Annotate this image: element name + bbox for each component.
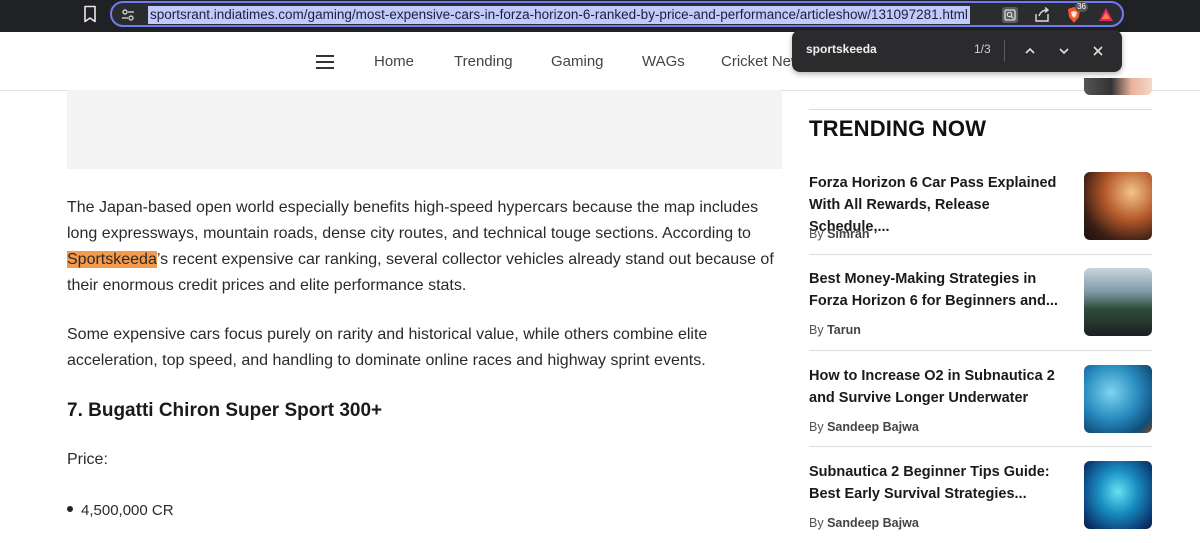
sidebar-divider — [809, 350, 1152, 351]
share-icon[interactable] — [1032, 5, 1052, 25]
address-bar-actions: 36 — [1000, 2, 1116, 25]
card-author: By Sandeep Bajwa — [809, 420, 919, 434]
section-heading: 7. Bugatti Chiron Super Sport 300+ — [67, 400, 383, 421]
card-title[interactable]: How to Increase O2 in Subnautica 2 and S… — [809, 365, 1071, 409]
card-thumbnail[interactable] — [1084, 172, 1152, 240]
card-author: By Sandeep Bajwa — [809, 516, 919, 530]
bookmark-icon[interactable] — [82, 5, 98, 23]
author-name[interactable]: Tarun — [827, 323, 861, 337]
find-divider — [1004, 40, 1005, 62]
bullet-dot — [67, 506, 73, 513]
trending-heading: TRENDING NOW — [809, 116, 987, 141]
find-match-count: 1/3 — [974, 42, 991, 56]
price-value: 4,500,000 CR — [81, 502, 174, 519]
by-label: By — [809, 323, 824, 337]
card-thumbnail[interactable] — [1084, 461, 1152, 529]
card-title[interactable]: Subnautica 2 Beginner Tips Guide: Best E… — [809, 461, 1071, 505]
by-label: By — [809, 516, 824, 530]
card-thumbnail[interactable] — [1084, 365, 1152, 433]
article-paragraph-2: Some expensive cars focus purely on rari… — [67, 326, 708, 369]
article-paragraph-1: The Japan-based open world especially be… — [67, 195, 783, 299]
find-close-button[interactable] — [1088, 41, 1108, 61]
brave-rewards-icon[interactable] — [1096, 5, 1116, 25]
brave-shields-icon[interactable]: 36 — [1064, 2, 1088, 25]
browser-toolbar: sportsrant.indiatimes.com/gaming/most-ex… — [0, 0, 1200, 32]
trending-card[interactable]: How to Increase O2 in Subnautica 2 and S… — [809, 365, 1152, 455]
address-bar[interactable]: sportsrant.indiatimes.com/gaming/most-ex… — [110, 1, 1124, 27]
trending-card[interactable]: Subnautica 2 Beginner Tips Guide: Best E… — [809, 461, 1152, 543]
find-input[interactable]: sportskeeda — [806, 42, 877, 56]
find-previous-button[interactable] — [1020, 41, 1040, 61]
sidebar-divider — [809, 446, 1152, 447]
menu-icon[interactable] — [316, 55, 334, 69]
sidebar-divider — [809, 254, 1152, 255]
by-label: By — [809, 227, 824, 241]
trending-card[interactable]: Forza Horizon 6 Car Pass Explained With … — [809, 172, 1152, 262]
card-author: By Simran — [809, 227, 869, 241]
close-icon — [1093, 46, 1103, 56]
url-text[interactable]: sportsrant.indiatimes.com/gaming/most-ex… — [148, 6, 970, 24]
card-author: By Tarun — [809, 323, 861, 337]
previous-card-thumbnail[interactable] — [1084, 78, 1152, 95]
author-name[interactable]: Simran — [827, 227, 869, 241]
site-info-icon[interactable] — [120, 7, 136, 23]
para1-text-end: ’s recent expensive car ranking, several… — [67, 251, 774, 294]
ad-placeholder — [67, 90, 782, 169]
price-label: Price: — [67, 451, 108, 468]
card-thumbnail[interactable] — [1084, 268, 1152, 336]
find-in-page-bar: sportskeeda 1/3 — [792, 30, 1122, 72]
nav-home[interactable]: Home — [374, 53, 414, 70]
chevron-down-icon — [1059, 48, 1069, 55]
author-name[interactable]: Sandeep Bajwa — [827, 420, 919, 434]
chevron-up-icon — [1025, 47, 1035, 54]
price-list-item: 4,500,000 CR — [67, 502, 174, 519]
find-highlight: Sportskeeda — [67, 251, 157, 268]
by-label: By — [809, 420, 824, 434]
find-next-button[interactable] — [1054, 41, 1074, 61]
nav-wags[interactable]: WAGs — [642, 53, 685, 70]
nav-gaming[interactable]: Gaming — [551, 53, 604, 70]
trending-card[interactable]: Best Money-Making Strategies in Forza Ho… — [809, 268, 1152, 358]
sidebar-divider — [809, 109, 1152, 110]
shields-count: 36 — [1075, 2, 1088, 12]
reader-mode-icon[interactable] — [1000, 5, 1020, 25]
author-name[interactable]: Sandeep Bajwa — [827, 516, 919, 530]
nav-trending[interactable]: Trending — [454, 53, 513, 70]
card-title[interactable]: Best Money-Making Strategies in Forza Ho… — [809, 268, 1071, 312]
para1-text-start: The Japan-based open world especially be… — [67, 199, 759, 242]
